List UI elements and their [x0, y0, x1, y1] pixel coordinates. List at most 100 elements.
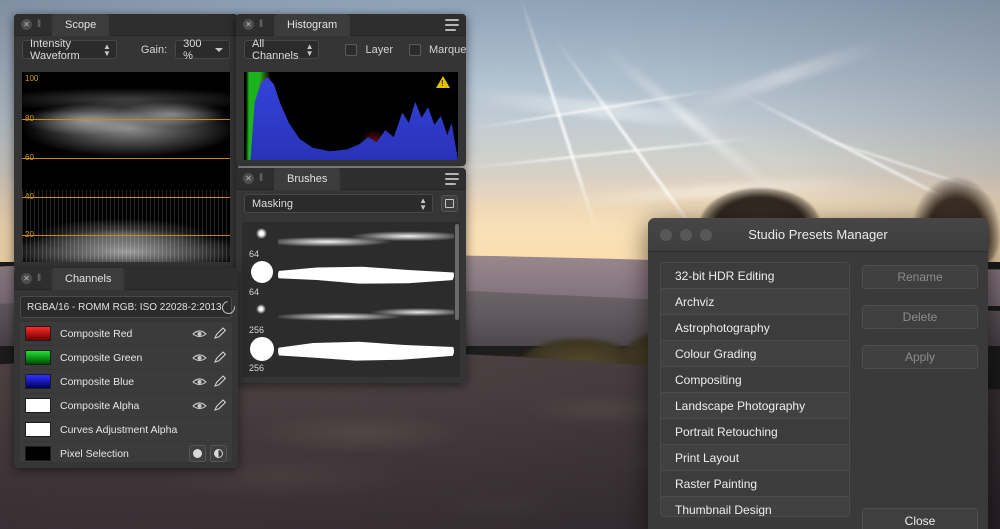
channels-panel: ✕ ‖ Channels RGBA/16 - ROMM RGB: ISO 220…: [14, 268, 238, 468]
rename-button[interactable]: Rename: [862, 265, 978, 289]
brush-thumb: [250, 337, 274, 361]
list-item[interactable]: 256: [242, 298, 460, 336]
list-item[interactable]: Print Layout: [661, 445, 849, 471]
scope-waveform-canvas[interactable]: 100 80 60 40 20: [22, 72, 230, 262]
grip-icon[interactable]: ‖: [259, 173, 268, 184]
studio-presets-manager-dialog: Studio Presets Manager 32-bit HDR Editin…: [648, 218, 988, 529]
pencil-icon[interactable]: [213, 351, 227, 364]
table-row[interactable]: Pixel Selection: [20, 442, 232, 462]
gain-label: Gain:: [140, 43, 168, 56]
channel-swatch: [25, 350, 51, 365]
pencil-icon[interactable]: [213, 327, 227, 340]
table-row[interactable]: Composite Blue: [20, 370, 232, 393]
selection-mask-icon[interactable]: [189, 445, 206, 462]
brush-list[interactable]: 64 64 256 256 1024: [242, 222, 460, 377]
gain-select[interactable]: 300 %: [175, 37, 230, 62]
grip-icon[interactable]: ‖: [37, 273, 46, 284]
list-item[interactable]: Compositing: [661, 367, 849, 393]
channel-name: Composite Blue: [60, 375, 135, 388]
warning-triangle-icon[interactable]: [436, 76, 450, 88]
list-item[interactable]: 256: [242, 336, 460, 374]
scope-mode-select[interactable]: Intensity Waveform ▲ ▼: [22, 37, 117, 62]
brushes-tabbar: ✕ ‖ Brushes: [236, 168, 466, 190]
table-row[interactable]: Composite Red: [20, 322, 232, 345]
tab-channels[interactable]: Channels: [52, 268, 125, 290]
table-row[interactable]: Curves Adjustment Alpha: [20, 418, 232, 441]
scope-scale-label: 80: [25, 114, 34, 123]
brush-thumb: [256, 228, 267, 239]
close-icon[interactable]: ✕: [21, 273, 32, 284]
delete-button[interactable]: Delete: [862, 305, 978, 329]
quick-mask-icon[interactable]: [210, 445, 227, 462]
brush-size-label: 64: [249, 287, 260, 297]
table-row[interactable]: Composite Alpha: [20, 394, 232, 417]
list-item[interactable]: 64: [242, 260, 460, 298]
list-item[interactable]: Landscape Photography: [661, 393, 849, 419]
scope-gridline: [22, 119, 230, 120]
close-dialog-button[interactable]: Close: [862, 508, 978, 529]
channel-swatch: [25, 398, 51, 413]
pencil-icon[interactable]: [213, 375, 227, 388]
grip-icon[interactable]: ‖: [37, 19, 46, 30]
scope-mode-value: Intensity Waveform: [30, 37, 80, 62]
brush-stroke-preview: [278, 225, 454, 253]
close-icon[interactable]: ✕: [21, 19, 32, 30]
scope-scale-label: 100: [25, 74, 39, 83]
refresh-icon[interactable]: [218, 297, 238, 317]
tab-scope[interactable]: Scope: [52, 14, 110, 36]
eye-icon[interactable]: [192, 376, 207, 387]
histogram-canvas[interactable]: [244, 72, 458, 160]
brushes-controls: Masking ▲ ▼: [236, 190, 466, 217]
histogram-channels-select[interactable]: All Channels ▲ ▼: [244, 38, 320, 62]
list-item[interactable]: 32-bit HDR Editing: [661, 263, 849, 289]
scope-gridline: [22, 158, 230, 159]
list-item[interactable]: 64: [242, 222, 460, 260]
brush-size-label: 256: [249, 363, 265, 373]
channel-swatch: [25, 422, 51, 437]
brush-list-scrollbar[interactable]: [455, 224, 459, 320]
grip-icon[interactable]: ‖: [259, 19, 268, 30]
dialog-titlebar[interactable]: Studio Presets Manager: [648, 218, 988, 252]
eye-icon[interactable]: [192, 352, 207, 363]
marquee-checkbox[interactable]: [409, 43, 422, 56]
brushes-panel: ✕ ‖ Brushes Masking ▲ ▼ 64 64 256 256: [236, 168, 466, 383]
list-item[interactable]: Raster Painting: [661, 471, 849, 497]
waveform-shadows: [22, 190, 230, 262]
list-item[interactable]: Thumbnail Design: [661, 497, 849, 516]
layer-label: Layer: [365, 43, 394, 56]
list-item[interactable]: Portrait Retouching: [661, 419, 849, 445]
channel-name: Curves Adjustment Alpha: [60, 423, 178, 436]
tabbar-empty: [340, 168, 445, 190]
histogram-tabbar: ✕ ‖ Histogram: [236, 14, 466, 36]
eye-icon[interactable]: [192, 328, 207, 339]
apply-button[interactable]: Apply: [862, 345, 978, 369]
channel-name: Composite Alpha: [60, 399, 140, 412]
tab-histogram[interactable]: Histogram: [274, 14, 351, 36]
eye-icon[interactable]: [192, 400, 207, 411]
preset-list[interactable]: 32-bit HDR Editing Archviz Astrophotogra…: [660, 262, 850, 517]
app-root: ✕ ‖ Scope Intensity Waveform ▲ ▼ Gain: 30…: [0, 0, 1000, 529]
zoom-button[interactable]: [700, 228, 712, 241]
list-item[interactable]: Colour Grading: [661, 341, 849, 367]
brush-category-select[interactable]: Masking ▲ ▼: [244, 194, 433, 213]
colour-profile-label: RGBA/16 - ROMM RGB: ISO 22028-2:2013: [27, 301, 222, 313]
channels-tabbar: ✕ ‖ Channels: [14, 268, 238, 290]
brush-stroke-preview: [278, 341, 454, 361]
hamburger-icon[interactable]: [445, 18, 459, 31]
close-icon[interactable]: ✕: [243, 19, 254, 30]
close-icon[interactable]: ✕: [243, 173, 254, 184]
list-item[interactable]: 1024: [242, 374, 460, 377]
tab-brushes[interactable]: Brushes: [274, 168, 341, 190]
gain-value: 300 %: [183, 37, 202, 62]
pencil-icon[interactable]: [213, 399, 227, 412]
list-view-icon[interactable]: [441, 195, 458, 212]
hamburger-icon[interactable]: [445, 172, 459, 185]
list-item[interactable]: Astrophotography: [661, 315, 849, 341]
layer-checkbox[interactable]: [345, 43, 358, 56]
colour-profile-row[interactable]: RGBA/16 - ROMM RGB: ISO 22028-2:2013: [20, 296, 238, 318]
close-button[interactable]: [660, 228, 672, 241]
minimise-button[interactable]: [680, 228, 692, 241]
channel-name: Pixel Selection: [60, 447, 129, 460]
table-row[interactable]: Composite Green: [20, 346, 232, 369]
list-item[interactable]: Archviz: [661, 289, 849, 315]
